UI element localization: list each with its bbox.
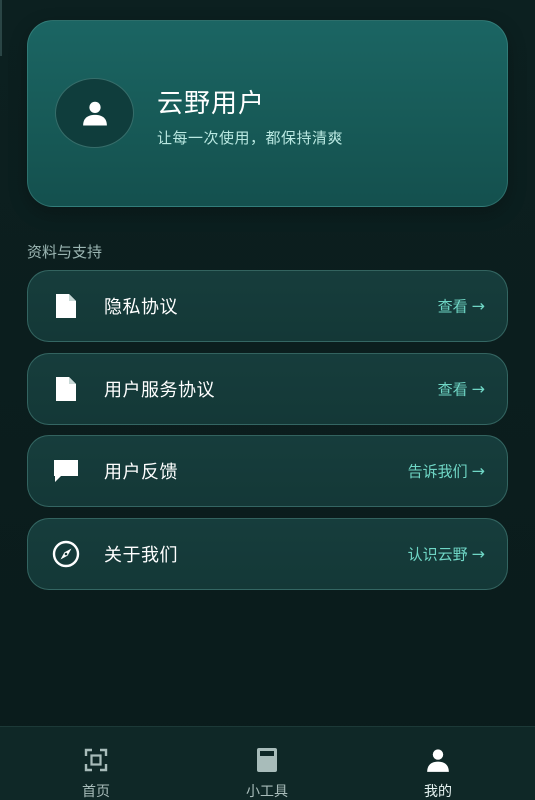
calculator-icon — [254, 747, 280, 773]
menu-action-view[interactable]: 查看 → — [438, 296, 485, 317]
action-label: 查看 — [437, 297, 468, 316]
section-title: 资料与支持 — [27, 243, 103, 261]
user-icon — [425, 747, 451, 773]
tab-label: 小工具 — [246, 784, 288, 800]
menu-label: 关于我们 — [104, 544, 178, 566]
profile-screen: 云野用户 让每一次使用，都保持清爽 资料与支持 隐私协议 查看 → 用户服务协议… — [0, 0, 535, 800]
arrow-right-icon: → — [471, 296, 485, 316]
menu-label: 用户服务协议 — [104, 379, 215, 401]
arrow-right-icon: → — [471, 544, 485, 563]
menu-item-feedback[interactable]: 用户反馈 告诉我们 → — [27, 435, 508, 507]
tab-label: 我的 — [424, 784, 452, 800]
menu-action-learn-more[interactable]: 认识云野 → — [408, 543, 485, 564]
action-label: 查看 — [437, 380, 468, 398]
tab-tools[interactable]: 小工具 — [207, 727, 327, 800]
action-label: 告诉我们 — [407, 462, 468, 481]
edge-indicator — [0, 0, 2, 56]
document-icon — [52, 375, 80, 403]
avatar[interactable] — [55, 78, 134, 148]
menu-label: 隐私协议 — [104, 297, 178, 318]
compass-icon — [52, 540, 80, 568]
menu-action-tell-us[interactable]: 告诉我们 → — [408, 461, 485, 482]
tab-mine[interactable]: 我的 — [378, 727, 498, 800]
support-menu: 隐私协议 查看 → 用户服务协议 查看 → 用户反馈 告诉我们 → 关于我们 认… — [27, 270, 508, 600]
menu-item-service-agreement[interactable]: 用户服务协议 查看 → — [27, 352, 508, 425]
menu-item-privacy[interactable]: 隐私协议 查看 → — [27, 270, 508, 342]
action-label: 认识云野 — [407, 545, 468, 563]
profile-name: 云野用户 — [157, 89, 266, 119]
menu-action-view[interactable]: 查看 → — [438, 378, 485, 399]
menu-label: 用户反馈 — [104, 462, 178, 483]
bottom-tab-bar: 首页 小工具 我的 — [0, 726, 535, 800]
tab-home[interactable]: 首页 — [36, 727, 156, 800]
chat-icon — [52, 457, 80, 485]
menu-item-about[interactable]: 关于我们 认识云野 → — [27, 517, 508, 590]
profile-card[interactable]: 云野用户 让每一次使用，都保持清爽 — [27, 20, 508, 207]
tab-label: 首页 — [82, 784, 110, 800]
scan-icon — [83, 747, 109, 773]
arrow-right-icon: → — [471, 461, 485, 481]
document-icon — [52, 292, 80, 320]
user-icon — [82, 101, 107, 126]
arrow-right-icon: → — [471, 379, 485, 398]
profile-tagline: 让每一次使用，都保持清爽 — [157, 129, 344, 147]
